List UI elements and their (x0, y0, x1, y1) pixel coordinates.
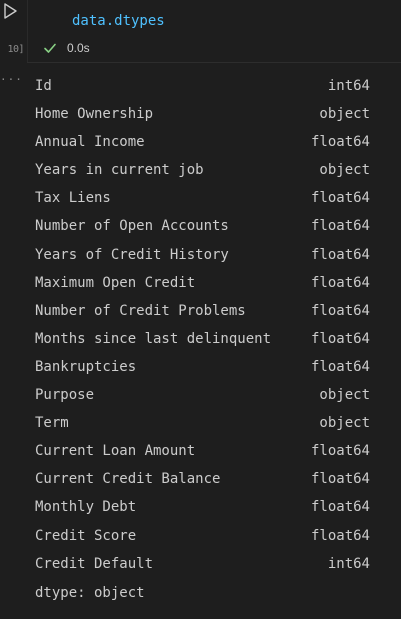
dtype-row: Number of Open Accounts float64 (35, 218, 370, 246)
column-name: Current Credit Balance (35, 471, 221, 488)
dtype-row: Number of Credit Problems float64 (35, 303, 370, 331)
column-dtype: float64 (310, 246, 370, 263)
column-dtype: int64 (327, 78, 370, 94)
column-dtype: float64 (310, 330, 370, 347)
dtype-row: Current Loan Amount float64 (35, 443, 370, 471)
dtype-row: Purpose object (35, 387, 370, 415)
column-name: Number of Open Accounts (35, 218, 229, 235)
column-dtype: object (319, 387, 370, 404)
cell-output: Id int64 Home Ownership object Annual Income… (35, 78, 370, 584)
column-dtype: float64 (310, 218, 370, 235)
column-name: Maximum Open Credit (35, 274, 196, 291)
column-dtype: float64 (310, 302, 370, 319)
column-name: Bankruptcies (35, 358, 137, 375)
execution-status: 0.0s (43, 41, 90, 55)
dtype-row: Term object (35, 415, 370, 443)
column-dtype: float64 (310, 274, 370, 291)
column-dtype: object (319, 415, 370, 432)
dtype-row: Maximum Open Credit float64 (35, 275, 370, 303)
dtype-row: Annual Income float64 (35, 134, 370, 162)
column-name: Credit Score (35, 527, 137, 544)
dtype-row: Id int64 (35, 78, 370, 106)
dtype-row: Tax Liens float64 (35, 190, 370, 218)
check-icon (44, 43, 56, 53)
column-name: Monthly Debt (35, 499, 137, 516)
column-name: Years in current job (35, 162, 204, 179)
column-name: Annual Income (35, 134, 145, 151)
column-dtype: float64 (310, 358, 370, 375)
code-cell[interactable]: data.dtypes 0.0s (27, 0, 401, 62)
column-name: Credit Default (35, 555, 154, 572)
column-name: Home Ownership (35, 106, 154, 123)
column-dtype: object (319, 162, 370, 179)
dtype-row: Credit Score float64 (35, 528, 370, 556)
column-name: Number of Credit Problems (35, 302, 246, 319)
column-dtype: float64 (310, 527, 370, 544)
dtype-row: Home Ownership object (35, 106, 370, 134)
output-more-button[interactable]: ... (0, 70, 23, 83)
dtype-row: Years in current job object (35, 162, 370, 190)
column-dtype: int64 (327, 555, 370, 572)
dtype-row: Current Credit Balance float64 (35, 471, 370, 499)
dtype-row: Months since last delinquent float64 (35, 331, 370, 359)
play-icon[interactable] (2, 2, 18, 20)
dtype-row: Credit Default int64 (35, 556, 370, 584)
dtype-row: Monthly Debt float64 (35, 499, 370, 527)
cell-divider (27, 62, 401, 63)
dtype-row: Bankruptcies float64 (35, 359, 370, 387)
column-name: Tax Liens (35, 190, 111, 207)
column-dtype: float64 (310, 190, 370, 207)
column-name: Months since last delinquent (35, 330, 272, 347)
execution-time: 0.0s (67, 41, 90, 55)
column-name: Id (35, 78, 52, 94)
column-name: Current Loan Amount (35, 443, 196, 460)
execution-count: 10] (7, 44, 24, 55)
column-dtype: float64 (310, 443, 370, 460)
dtype-row: Years of Credit History float64 (35, 247, 370, 275)
column-dtype: object (319, 106, 370, 123)
code-editor-line[interactable]: data.dtypes (72, 13, 165, 29)
column-dtype: float64 (310, 134, 370, 151)
column-dtype: float64 (310, 471, 370, 488)
cell-gutter: 10] ... (0, 0, 26, 619)
column-name: Purpose (35, 387, 95, 404)
column-dtype: float64 (310, 499, 370, 516)
output-footer: dtype: object (35, 585, 145, 601)
column-name: Term (35, 415, 69, 432)
column-name: Years of Credit History (35, 246, 229, 263)
